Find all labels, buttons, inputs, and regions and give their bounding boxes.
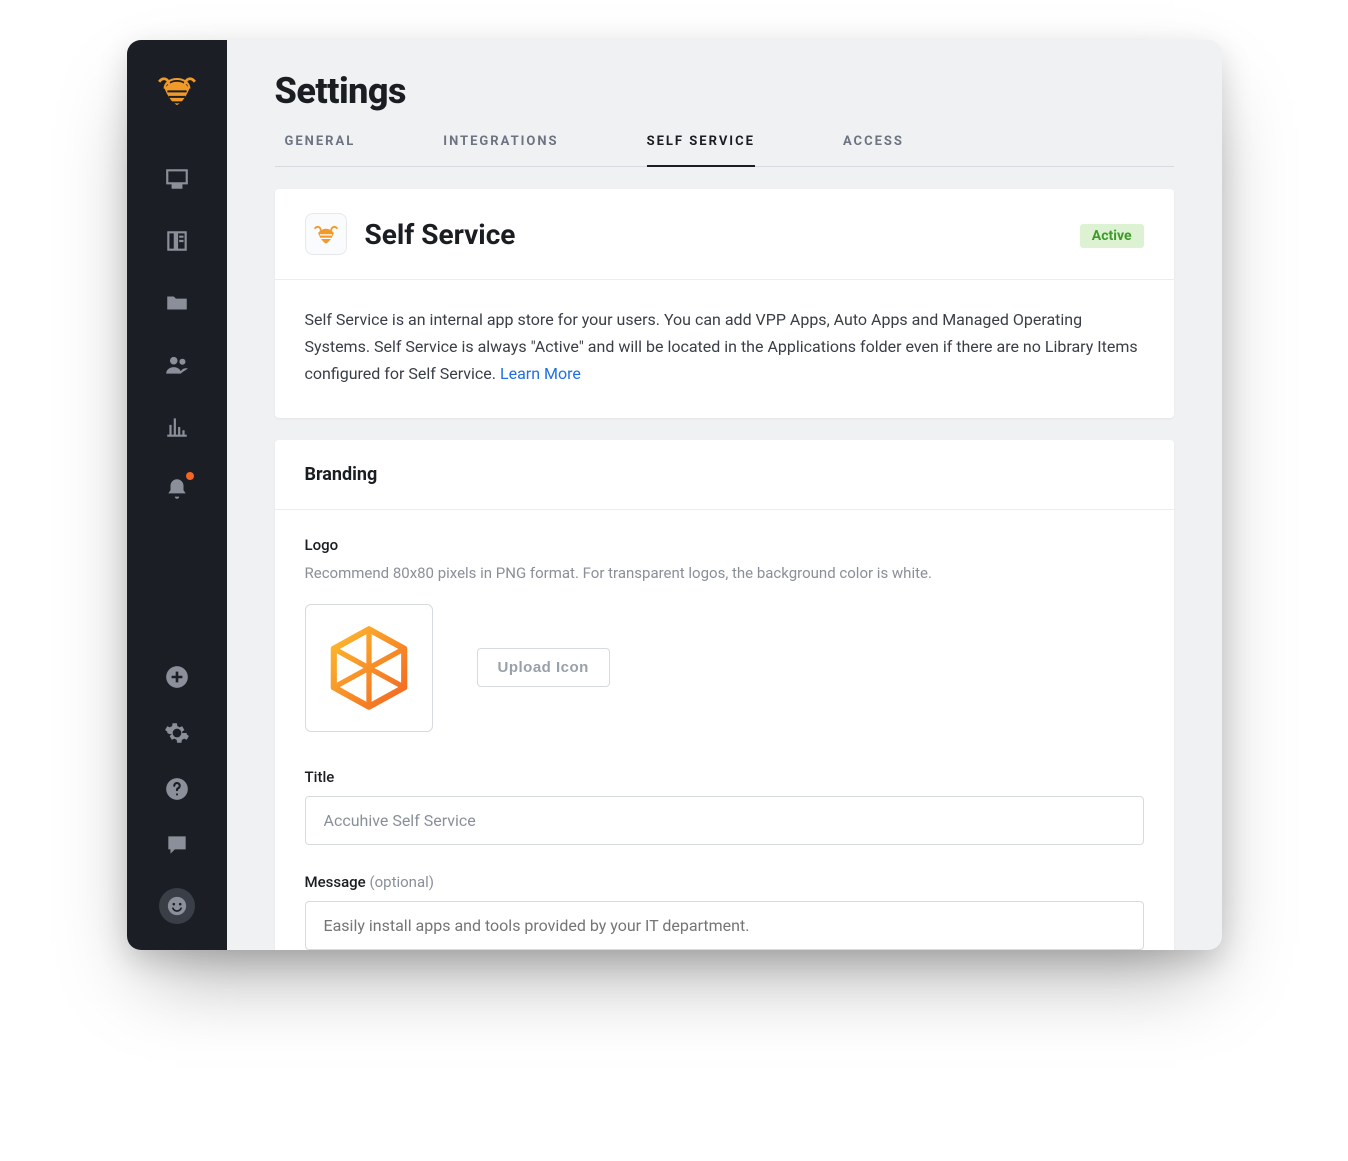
logo-label: Logo (305, 536, 1144, 554)
title-field: Title (305, 768, 1144, 845)
self-service-title: Self Service (365, 218, 516, 251)
title-label: Title (305, 768, 1144, 786)
help-circle-icon (164, 776, 190, 802)
settings-tabs: General Integrations Self Service Access (275, 134, 1174, 167)
folder-icon (164, 290, 190, 316)
page-title: Settings (275, 70, 1174, 112)
hexagon-icon (325, 624, 413, 712)
learn-more-link[interactable]: Learn More (500, 364, 581, 383)
nav-primary (164, 166, 190, 664)
tab-access[interactable]: Access (843, 134, 904, 167)
nav-chat[interactable] (164, 832, 190, 858)
activity-icon (164, 414, 190, 440)
self-service-app-icon (305, 213, 347, 255)
message-optional-hint: (optional) (369, 873, 434, 891)
nav-blueprints[interactable] (164, 290, 190, 316)
nav-users[interactable] (164, 352, 190, 378)
monitor-icon (164, 166, 190, 192)
status-badge: Active (1080, 224, 1144, 248)
self-service-card: Self Service Active Self Service is an i… (275, 189, 1174, 418)
brand-logo[interactable] (155, 68, 199, 116)
sidebar (127, 40, 227, 950)
nav-help[interactable] (164, 776, 190, 802)
chat-icon (164, 832, 190, 858)
bell-icon (164, 476, 190, 502)
self-service-header: Self Service Active (275, 189, 1174, 280)
message-label-text: Message (305, 873, 370, 891)
gear-icon (164, 720, 190, 746)
branding-card: Branding Logo Recommend 80x80 pixels in … (275, 440, 1174, 950)
message-input[interactable] (305, 901, 1144, 950)
message-label: Message (optional) (305, 873, 1144, 891)
logo-help-text: Recommend 80x80 pixels in PNG format. Fo… (305, 564, 1144, 582)
main-content: Settings General Integrations Self Servi… (227, 40, 1222, 950)
nav-add[interactable] (164, 664, 190, 690)
nav-alerts[interactable] (164, 476, 190, 502)
logo-field: Logo Recommend 80x80 pixels in PNG forma… (305, 536, 1144, 732)
self-service-description: Self Service is an internal app store fo… (275, 280, 1174, 418)
description-text: Self Service is an internal app store fo… (305, 310, 1138, 383)
users-icon (164, 352, 190, 378)
smile-icon (166, 895, 188, 917)
plus-circle-icon (164, 664, 190, 690)
user-avatar[interactable] (159, 888, 195, 924)
nav-library[interactable] (164, 228, 190, 254)
branding-section-title: Branding (275, 440, 1174, 510)
bee-small-icon (312, 220, 340, 248)
library-icon (164, 228, 190, 254)
tab-self-service[interactable]: Self Service (647, 134, 755, 167)
nav-activity[interactable] (164, 414, 190, 440)
title-input[interactable] (305, 796, 1144, 845)
nav-devices[interactable] (164, 166, 190, 192)
tab-integrations[interactable]: Integrations (443, 134, 558, 167)
notification-dot (186, 472, 194, 480)
app-window: Settings General Integrations Self Servi… (127, 40, 1222, 950)
nav-secondary (159, 664, 195, 950)
logo-preview (305, 604, 433, 732)
message-field: Message (optional) (305, 873, 1144, 950)
nav-settings[interactable] (164, 720, 190, 746)
tab-general[interactable]: General (285, 134, 356, 167)
upload-icon-button[interactable]: Upload Icon (477, 648, 610, 687)
bee-icon (155, 68, 199, 112)
